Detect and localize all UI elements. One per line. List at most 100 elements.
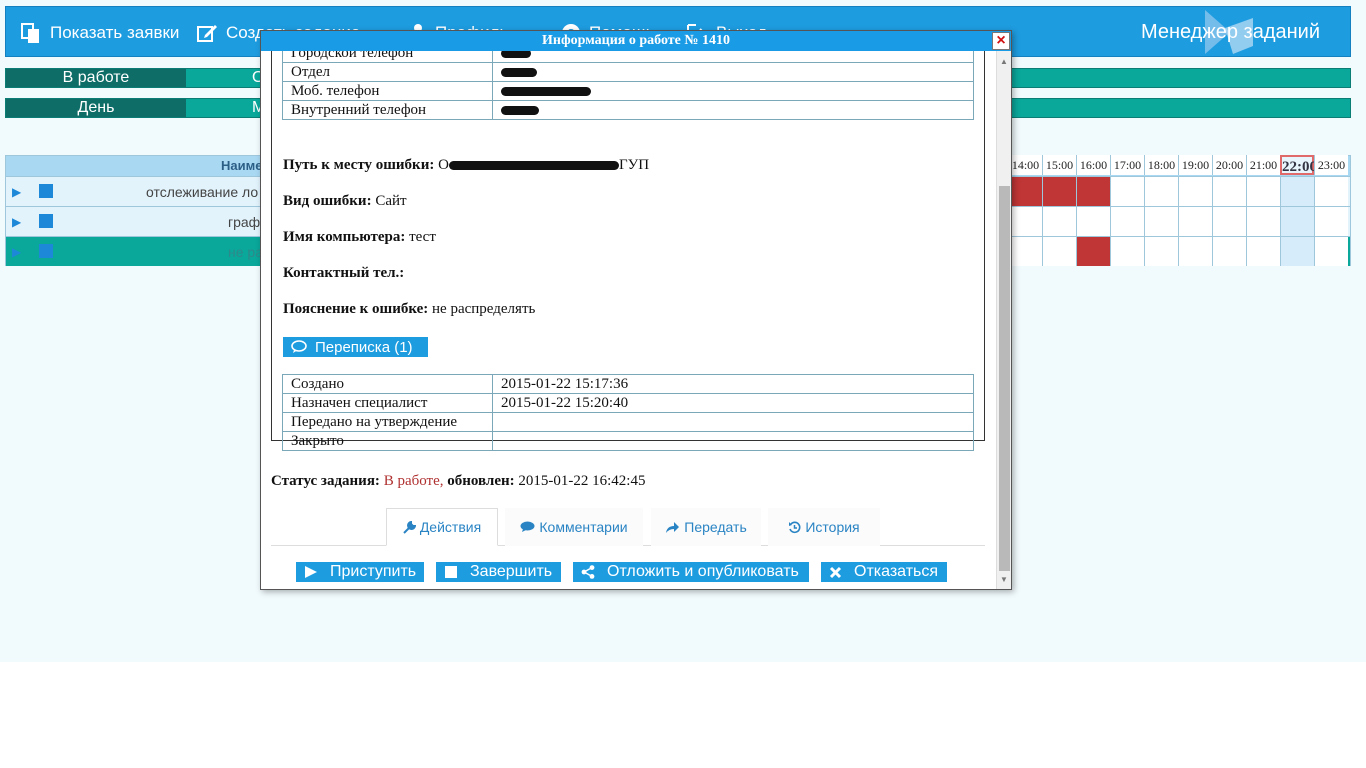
close-icon[interactable]: × (992, 32, 1010, 50)
computer-name-label: Имя компьютера: (283, 229, 406, 245)
table-row: Закрыто (282, 431, 974, 451)
time-cell[interactable] (1212, 176, 1246, 206)
tab-comments-label: Комментарии (539, 519, 628, 535)
cell-value: 2015-01-22 15:17:36 (492, 374, 974, 394)
cell-value (492, 431, 974, 451)
hour-header: 18:00 (1144, 155, 1178, 175)
redacted-mark (501, 67, 537, 77)
tab-history-label: История (805, 519, 860, 535)
hour-header: 16:00 (1076, 155, 1110, 175)
hour-header: 23:00 (1314, 155, 1348, 175)
time-cell[interactable] (1246, 236, 1280, 266)
time-cell[interactable] (1246, 206, 1280, 236)
expand-icon[interactable]: ▶ (12, 245, 21, 259)
scroll-down-icon[interactable]: ▼ (1000, 575, 1008, 584)
updated-value: 2015-01-22 16:42:45 (518, 473, 646, 489)
table-row: Внутренний телефон (282, 100, 974, 120)
time-cell[interactable] (1042, 206, 1076, 236)
scroll-up-icon[interactable]: ▲ (1000, 57, 1008, 66)
tab-transfer[interactable]: Передать (651, 508, 761, 546)
error-type-field: Вид ошибки: Сайт (283, 193, 407, 210)
error-path-label: Путь к месту ошибки: (283, 157, 435, 173)
time-cell[interactable] (1144, 176, 1178, 206)
cell-label: Внутренний телефон (282, 100, 493, 120)
busy-time-cell[interactable] (1008, 176, 1042, 206)
stop-square-icon (445, 566, 457, 578)
time-cell[interactable] (1144, 206, 1178, 236)
period-filter-active[interactable]: День (6, 99, 186, 117)
decline-button[interactable]: Отказаться (821, 562, 947, 582)
tab-comments[interactable]: Комментарии (505, 508, 643, 546)
time-cell[interactable] (1110, 176, 1144, 206)
time-cell[interactable] (1246, 176, 1280, 206)
time-cell[interactable] (1144, 236, 1178, 266)
busy-time-cell[interactable] (1076, 176, 1110, 206)
time-cell[interactable] (1314, 176, 1348, 206)
hour-header: 17:00 (1110, 155, 1144, 175)
time-cell[interactable] (1314, 236, 1348, 266)
time-cell[interactable] (1042, 236, 1076, 266)
busy-time-cell[interactable] (1042, 176, 1076, 206)
cell-label: Передано на утверждение (282, 412, 493, 432)
error-note-label: Пояснение к ошибке: (283, 301, 429, 317)
time-cell[interactable] (1008, 236, 1042, 266)
hour-header: 21:00 (1246, 155, 1280, 175)
postpone-publish-button[interactable]: Отложить и опубликовать (573, 562, 809, 582)
table-row: Моб. телефон (282, 81, 974, 101)
status-filter-active[interactable]: В работе (6, 69, 186, 87)
busy-time-cell[interactable] (1076, 236, 1110, 266)
expand-icon[interactable]: ▶ (12, 185, 21, 199)
postpone-publish-label: Отложить и опубликовать (607, 563, 799, 580)
redacted-mark (501, 86, 591, 96)
expand-icon[interactable]: ▶ (12, 215, 21, 229)
cell-label: Закрыто (282, 431, 493, 451)
task-name: отслеживание ло (146, 184, 259, 200)
period-filter-next[interactable]: М (186, 99, 265, 117)
edit-icon (197, 24, 217, 42)
error-path-field: Путь к месту ошибки: О ГУП (283, 157, 649, 174)
table-row: Отдел (282, 62, 974, 82)
time-cell[interactable] (1280, 236, 1314, 266)
time-cell[interactable] (1178, 236, 1212, 266)
time-cell[interactable] (1076, 206, 1110, 236)
time-cell[interactable] (1178, 176, 1212, 206)
table-row: Назначен специалист 2015-01-22 15:20:40 (282, 393, 974, 413)
error-note-field: Пояснение к ошибке: не распределять (283, 301, 535, 318)
time-cell[interactable] (1110, 206, 1144, 236)
show-requests-link[interactable]: Показать заявки (20, 7, 179, 58)
name-column-header[interactable]: Наиме (221, 158, 262, 173)
status-filter-next[interactable]: От (186, 69, 272, 87)
time-cell[interactable] (1178, 206, 1212, 236)
computer-name-value: тест (409, 229, 436, 245)
tab-actions[interactable]: Действия (386, 508, 498, 546)
dialog-body: Городской телефон Отдел Моб. телефон Вну… (261, 51, 996, 589)
time-cell[interactable] (1212, 206, 1246, 236)
time-cell[interactable] (1280, 206, 1314, 236)
correspondence-label: Переписка (1) (315, 338, 413, 356)
finish-label: Завершить (470, 563, 553, 580)
time-cell[interactable] (1314, 206, 1348, 236)
finish-button[interactable]: Завершить (436, 562, 561, 582)
correspondence-button[interactable]: Переписка (1) (283, 337, 428, 357)
dialog-scrollbar[interactable]: ▲ ▼ (996, 51, 1011, 589)
time-cell[interactable] (1008, 206, 1042, 236)
history-icon (789, 521, 801, 533)
time-cell[interactable] (1110, 236, 1144, 266)
cell-label: Создано (282, 374, 493, 394)
tab-transfer-label: Передать (684, 519, 747, 535)
task-name: граф (228, 214, 261, 230)
tab-history[interactable]: История (768, 508, 880, 546)
redacted-mark (501, 51, 531, 58)
status-label: Статус задания: (271, 473, 380, 489)
redacted-mark (501, 105, 539, 115)
scroll-thumb[interactable] (999, 186, 1010, 571)
time-cell[interactable] (1280, 176, 1314, 206)
error-note-value: не распределять (432, 301, 536, 317)
time-cell[interactable] (1212, 236, 1246, 266)
computer-name-field: Имя компьютера: тест (283, 229, 436, 246)
task-square-icon (39, 214, 53, 228)
start-button[interactable]: Приступить (296, 562, 424, 582)
dialog-title: Информация о работе № 1410 (261, 31, 1011, 51)
hour-header: 19:00 (1178, 155, 1212, 175)
share-arrow-icon (666, 521, 680, 533)
